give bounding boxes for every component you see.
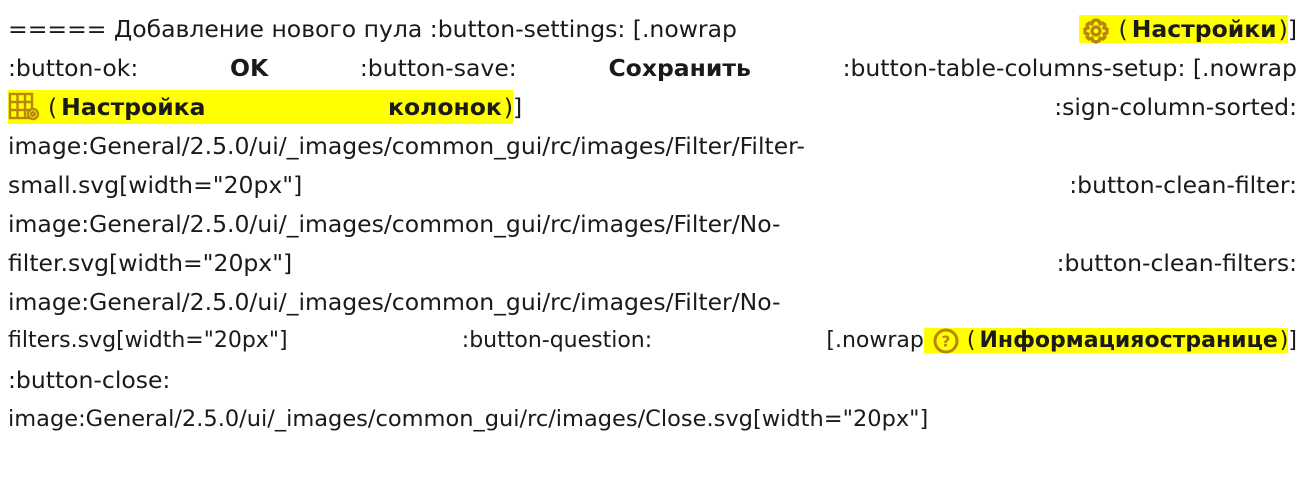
question-token: :button-question: xyxy=(461,328,653,353)
settings-label: Настройки xyxy=(1131,15,1277,43)
line-11: image:General/2.5.0/ui/_images/common_gu… xyxy=(8,402,1297,436)
question-highlight: ? (Информацияостранице) xyxy=(923,328,1289,354)
line-8: image:General/2.5.0/ui/_images/common_gu… xyxy=(8,285,1297,319)
sign-column-sorted-token: :sign-column-sorted: xyxy=(1054,93,1297,121)
line-5: small.svg[width="20px"] :button-clean-fi… xyxy=(8,168,1297,202)
save-token: :button-save: xyxy=(359,54,517,82)
line-1: ===== Добавление нового пула :button-set… xyxy=(8,12,1297,46)
question-inline-button: [.nowrap ? (Информацияостранице)] xyxy=(826,328,1297,354)
close-token: :button-close: xyxy=(8,366,171,394)
table-columns-setup-icon xyxy=(8,92,40,121)
line-9: filters.svg[width="20px"] :button-questi… xyxy=(8,324,1297,358)
settings-highlight: (Настройки) xyxy=(1078,15,1288,44)
svg-text:?: ? xyxy=(942,333,951,351)
clean-filter-token: :button-clean-filter: xyxy=(1069,171,1297,199)
line-6: image:General/2.5.0/ui/_images/common_gu… xyxy=(8,207,1297,241)
ok-label: OK xyxy=(229,54,269,82)
gear-icon xyxy=(1082,17,1109,44)
filter-image-path: image:General/2.5.0/ui/_images/common_gu… xyxy=(8,132,805,160)
question-label-1: Информация xyxy=(979,328,1145,353)
no-filter-image-path: image:General/2.5.0/ui/_images/common_gu… xyxy=(8,210,781,238)
columns-setup-label-2: колонок xyxy=(388,93,502,121)
save-label: Сохранить xyxy=(608,54,751,82)
question-label-2: о xyxy=(1144,328,1160,353)
line-10: :button-close: xyxy=(8,363,1297,397)
document-page: ===== Добавление нового пула :button-set… xyxy=(0,0,1305,477)
settings-inline-button: (Настройки)] xyxy=(1078,12,1297,46)
close-image-path: image:General/2.5.0/ui/_images/common_gu… xyxy=(8,406,929,432)
line-4: image:General/2.5.0/ui/_images/common_gu… xyxy=(8,129,1297,163)
columns-setup-inline-button: ( Настройка колонок ) ] xyxy=(8,90,522,124)
no-filters-image-path: image:General/2.5.0/ui/_images/common_gu… xyxy=(8,288,781,316)
line-1-text: ===== Добавление нового пула :button-set… xyxy=(8,15,737,43)
line-3: ( Настройка колонок ) ] :sign-column-sor… xyxy=(8,90,1297,124)
question-icon: ? xyxy=(933,328,959,354)
ok-token: :button-ok: xyxy=(8,54,139,82)
table-columns-token: :button-table-columns-setup: [.nowrap xyxy=(842,54,1297,82)
line-2: :button-ok: OK :button-save: Сохранить :… xyxy=(8,51,1297,85)
question-label-3: странице xyxy=(1159,328,1278,353)
line-7: filter.svg[width="20px"] :button-clean-f… xyxy=(8,246,1297,280)
columns-setup-highlight: ( Настройка колонок ) xyxy=(8,90,513,124)
clean-filters-token: :button-clean-filters: xyxy=(1056,249,1297,277)
columns-setup-label-1: Настройка xyxy=(61,93,206,121)
